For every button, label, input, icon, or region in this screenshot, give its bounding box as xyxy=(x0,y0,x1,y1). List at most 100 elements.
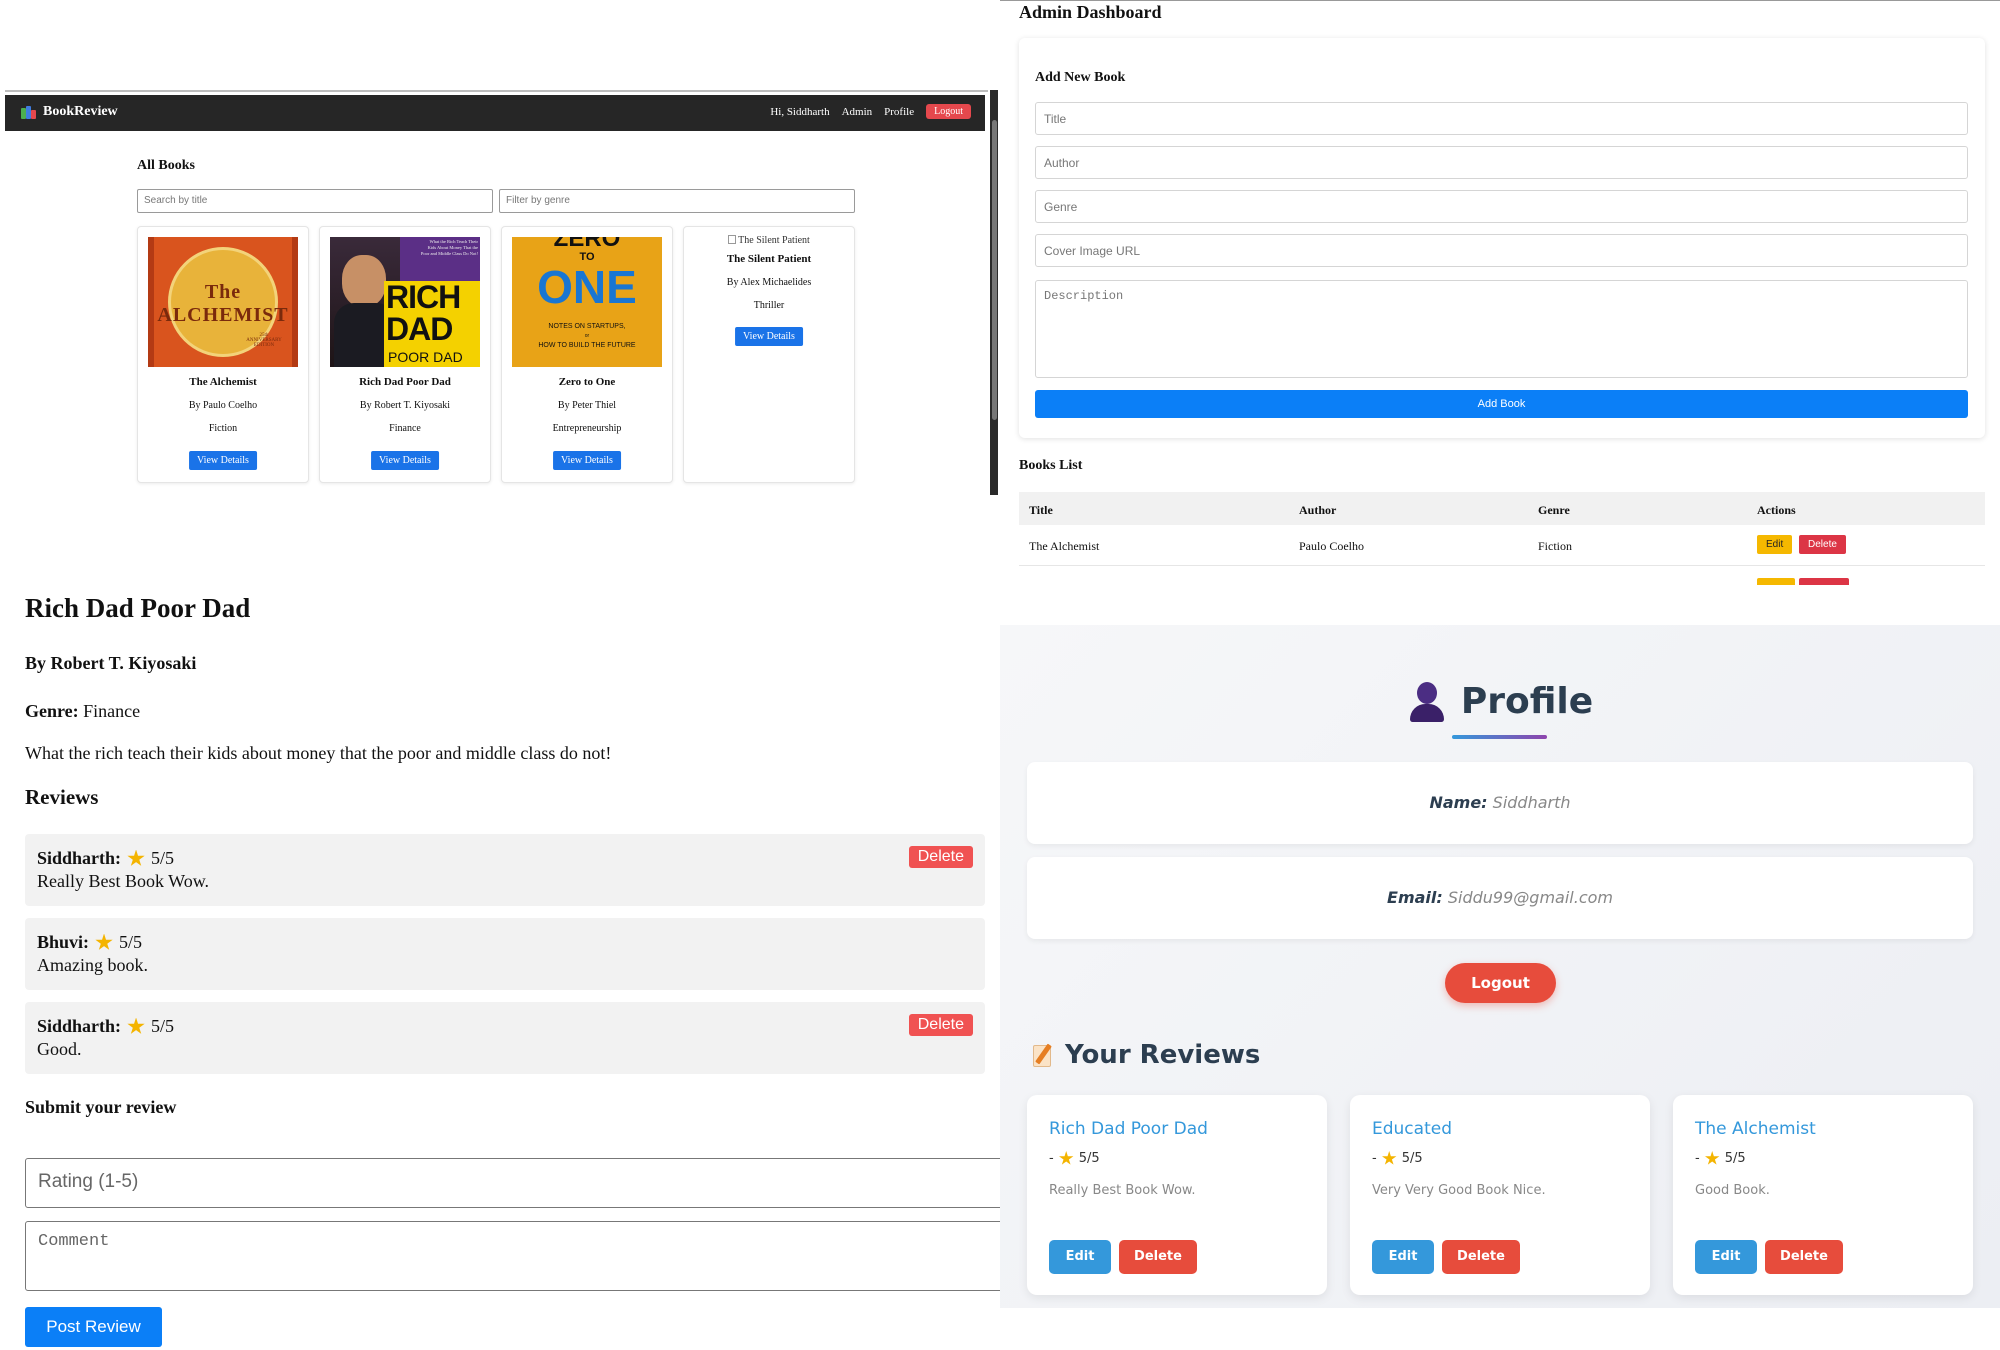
nav-greeting: Hi, Siddharth xyxy=(770,105,830,118)
cover-url-input[interactable]: Cover Image URL xyxy=(1035,234,1968,267)
edit-review-button[interactable]: Edit xyxy=(1049,1240,1111,1274)
delete-review-button[interactable]: Delete xyxy=(1765,1240,1843,1274)
delete-review-button[interactable]: Delete xyxy=(908,846,973,868)
genre-input[interactable]: Genre xyxy=(1035,190,1968,223)
book-card: ZERO TO ONE NOTES ON STARTUPS, or HOW TO… xyxy=(501,226,673,483)
edit-review-button[interactable]: Edit xyxy=(1695,1240,1757,1274)
view-details-button[interactable]: View Details xyxy=(371,451,439,470)
search-title-input[interactable]: Search by title xyxy=(137,189,493,213)
broken-cover-image: The Silent Patient xyxy=(684,235,854,246)
cover-title-text: The ALCHEMIST xyxy=(157,281,289,326)
cover-dad-text: DAD xyxy=(386,311,453,347)
submit-review-heading: Submit your review xyxy=(25,1097,177,1117)
view-details-button[interactable]: View Details xyxy=(189,451,257,470)
review-book-title[interactable]: The Alchemist xyxy=(1695,1119,1816,1139)
row-genre: Fiction xyxy=(1538,539,1573,553)
nav-admin-link[interactable]: Admin xyxy=(842,106,873,118)
edit-button[interactable]: Edit xyxy=(1757,535,1793,554)
post-review-button[interactable]: Post Review xyxy=(25,1307,162,1347)
nav-profile-link[interactable]: Profile xyxy=(884,106,914,118)
review-user: Bhuvi: xyxy=(37,932,90,952)
book-author: By Paulo Coelho xyxy=(188,400,258,411)
star-icon xyxy=(95,933,113,950)
cover-rich-text: RICH xyxy=(386,279,461,315)
book-genre: Thriller xyxy=(753,300,785,311)
profile-header: Profile xyxy=(1000,680,2000,722)
review-item: Siddharth: 5/5 Good. Delete xyxy=(25,1002,985,1074)
title-input[interactable]: Title xyxy=(1035,102,1968,135)
star-icon xyxy=(127,1017,145,1034)
book-card: The Silent Patient The Silent Patient By… xyxy=(683,226,855,483)
rating-dash: - xyxy=(1049,1151,1054,1166)
book-title: Zero to One xyxy=(558,376,616,388)
review-rating: 5/5 xyxy=(119,932,143,952)
cover-how-text: HOW TO BUILD THE FUTURE xyxy=(538,342,636,349)
profile-panel: Profile Name: Siddharth Email: Siddu99@g… xyxy=(1000,625,2000,1308)
book-description: What the rich teach their kids about mon… xyxy=(25,743,612,763)
delete-button[interactable]: Delete xyxy=(1799,535,1846,554)
nav-logout-button[interactable]: Logout xyxy=(926,104,971,119)
book-detail-panel: Rich Dad Poor Dad By Robert T. Kiyosaki … xyxy=(0,585,1000,1350)
logout-button[interactable]: Logout xyxy=(1445,963,1556,1003)
review-header: Siddharth: 5/5 xyxy=(37,848,174,869)
name-box: Name: Siddharth xyxy=(1027,762,1973,844)
book-author: By Robert T. Kiyosaki xyxy=(359,400,451,411)
review-item: Siddharth: 5/5 Really Best Book Wow. Dele… xyxy=(25,834,985,906)
book-genre: Finance xyxy=(389,423,421,434)
genre-filter-input[interactable]: Filter by genre xyxy=(499,189,855,213)
book-author: By Alex Michaelides xyxy=(726,277,812,288)
description-textarea[interactable]: Description xyxy=(1035,280,1968,378)
star-icon xyxy=(1382,1151,1397,1165)
review-card: Educated -5/5 Very Very Good Book Nice. … xyxy=(1350,1095,1650,1295)
rating-dash: - xyxy=(1372,1151,1377,1166)
review-book-title[interactable]: Educated xyxy=(1372,1119,1452,1139)
delete-review-button[interactable]: Delete xyxy=(1119,1240,1197,1274)
nav-links: Hi, Siddharth Admin Profile Logout xyxy=(770,104,971,119)
name-label: Name: xyxy=(1429,793,1488,812)
add-book-title: Add New Book xyxy=(1035,70,1126,85)
review-rating: 5/5 xyxy=(151,1016,175,1036)
comment-textarea[interactable]: Comment xyxy=(25,1221,1000,1291)
column-header: Actions xyxy=(1757,503,1796,517)
rating-input[interactable]: Rating (1-5) xyxy=(25,1158,1000,1208)
delete-review-button[interactable]: Delete xyxy=(908,1014,973,1036)
book-title: The Alchemist xyxy=(189,376,257,388)
review-comment: Good Book. xyxy=(1695,1183,1770,1198)
window-frame xyxy=(1000,0,2000,1)
book-title: Rich Dad Poor Dad xyxy=(25,593,251,623)
rating-value: 5/5 xyxy=(1078,1151,1100,1166)
broken-image-icon xyxy=(728,235,737,244)
book-genre: Fiction xyxy=(208,423,238,434)
admin-dashboard-panel: Admin Dashboard Add New Book Title Autho… xyxy=(1000,0,2000,585)
genre-label: Genre: xyxy=(25,701,79,721)
cover-alt-text: The Silent Patient xyxy=(738,235,810,246)
delete-review-button[interactable]: Delete xyxy=(1442,1240,1520,1274)
view-details-button[interactable]: View Details xyxy=(735,327,803,346)
book-title: The Silent Patient xyxy=(726,253,812,265)
review-card: Rich Dad Poor Dad - 5/5 Really Best Book … xyxy=(1027,1095,1327,1295)
book-cover-image: What the Rich Teach Their Kids About Mon… xyxy=(330,237,480,367)
review-book-title[interactable]: Rich Dad Poor Dad xyxy=(1049,1119,1208,1139)
brand[interactable]: BookReview xyxy=(21,104,118,120)
add-book-button[interactable]: Add Book xyxy=(1035,390,1968,418)
genre-value: Finance xyxy=(83,701,141,721)
cover-subtitle: 25th ANNIVERSARY EDITION xyxy=(246,333,282,348)
email-box: Email: Siddu99@gmail.com xyxy=(1027,857,1973,939)
book-cover-image: The ALCHEMIST 25th ANNIVERSARY EDITION xyxy=(148,237,298,367)
book-card: The ALCHEMIST 25th ANNIVERSARY EDITION T… xyxy=(137,226,309,483)
edit-review-button[interactable]: Edit xyxy=(1372,1240,1434,1274)
review-rating: - 5/5 xyxy=(1695,1151,1746,1166)
scrollbar-thumb[interactable] xyxy=(992,120,997,420)
author-input[interactable]: Author xyxy=(1035,146,1968,179)
cover-or-text: or xyxy=(584,333,590,339)
cover-poor-dad-text: POOR DAD xyxy=(388,349,463,365)
title-underline xyxy=(1452,735,1547,739)
edit-button-partial[interactable] xyxy=(1757,578,1795,585)
your-reviews-header: Your Reviews xyxy=(1033,1040,1260,1070)
table-row-partial xyxy=(1019,568,1985,585)
review-comment: Really Best Book Wow. xyxy=(1049,1183,1196,1198)
book-genre: Genre: Finance xyxy=(25,701,140,722)
view-details-button[interactable]: View Details xyxy=(553,451,621,470)
table-header: Title Author Genre Actions xyxy=(1019,492,1985,525)
delete-button-partial[interactable] xyxy=(1799,578,1849,585)
